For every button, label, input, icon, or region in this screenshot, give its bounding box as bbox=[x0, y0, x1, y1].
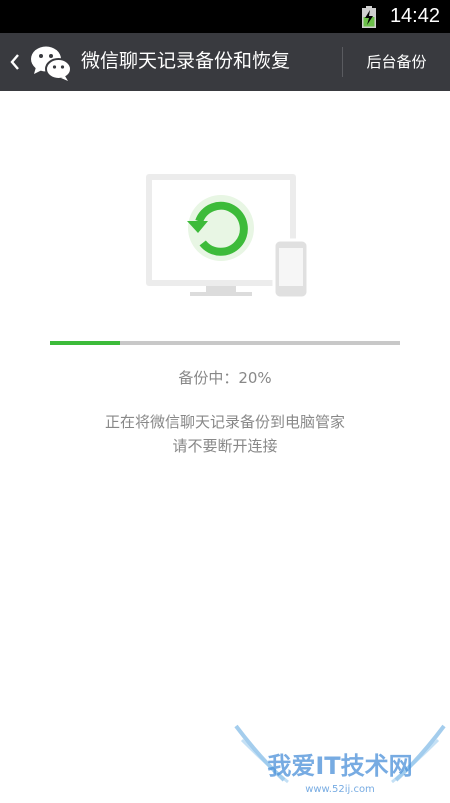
status-time: 14:42 bbox=[389, 5, 440, 27]
battery-charging-icon bbox=[362, 6, 376, 32]
phone-icon bbox=[272, 238, 310, 300]
watermark-logo: 我爱IT技术网 www.52ij.com bbox=[230, 718, 450, 803]
page-title: 微信聊天记录备份和恢复 bbox=[81, 50, 291, 72]
svg-text:www.52ij.com: www.52ij.com bbox=[305, 784, 375, 795]
app-header: 微信聊天记录备份和恢复 后台备份 bbox=[0, 33, 450, 91]
backup-illustration bbox=[146, 170, 310, 306]
wechat-logo-icon bbox=[30, 44, 72, 86]
progress-bar bbox=[50, 341, 400, 345]
backup-info-text: 正在将微信聊天记录备份到电脑管家 bbox=[104, 413, 345, 431]
chevron-left-icon[interactable] bbox=[9, 52, 21, 76]
svg-text:我爱IT技术网: 我爱IT技术网 bbox=[267, 752, 412, 780]
disconnect-warning-text: 请不要断开连接 bbox=[172, 437, 278, 455]
status-bar: 14:42 bbox=[0, 0, 450, 33]
background-backup-button[interactable]: 后台备份 bbox=[343, 33, 450, 91]
progress-label: 备份中：20% bbox=[178, 369, 272, 387]
progress-fill bbox=[50, 341, 120, 345]
